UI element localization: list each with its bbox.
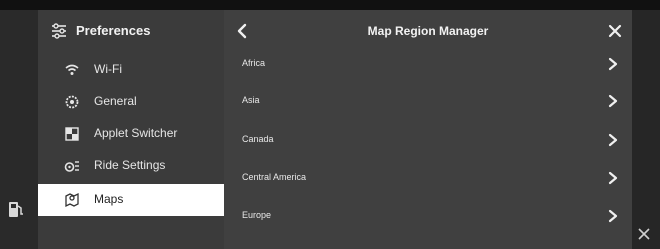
- preferences-icon: [52, 23, 66, 39]
- top-strip: [0, 0, 660, 10]
- region-label: Central America: [242, 172, 307, 182]
- region-row-europe[interactable]: Europe: [224, 198, 632, 235]
- sidebar-item-label: Wi-Fi: [94, 62, 122, 76]
- applet-switcher-icon: [65, 127, 79, 141]
- close-button[interactable]: [608, 24, 622, 38]
- sidebar-item-maps[interactable]: Maps: [38, 184, 224, 216]
- sidebar-item-label: Ride Settings: [94, 158, 166, 172]
- chevron-right-icon: [608, 133, 618, 147]
- preferences-panel: Preferences Wi-Fi General Applet Switche…: [38, 10, 632, 249]
- sidebar-item-ride-settings[interactable]: Ride Settings: [38, 150, 224, 182]
- sidebar-item-label: Maps: [94, 192, 124, 206]
- sidebar-item-label: General: [94, 94, 137, 108]
- sidebar-header: Preferences: [38, 10, 224, 54]
- sidebar-item-applet-switcher[interactable]: Applet Switcher: [38, 118, 224, 150]
- region-label: Canada: [242, 134, 274, 144]
- right-strip: [632, 10, 660, 249]
- map-icon: [65, 192, 79, 208]
- sidebar: Preferences Wi-Fi General Applet Switche…: [38, 10, 224, 249]
- region-label: Asia: [242, 95, 260, 105]
- wifi-icon: [65, 64, 79, 75]
- ride-settings-icon: [64, 161, 79, 172]
- region-row-africa[interactable]: Africa: [224, 46, 632, 83]
- region-label: Africa: [242, 58, 266, 68]
- fuel-icon: [9, 202, 23, 217]
- sidebar-item-label: Applet Switcher: [94, 126, 178, 140]
- chevron-right-icon: [608, 57, 618, 71]
- chevron-right-icon: [608, 171, 618, 185]
- sidebar-item-wifi[interactable]: Wi-Fi: [38, 54, 224, 86]
- chevron-right-icon: [608, 94, 618, 108]
- corner-close-icon[interactable]: [636, 226, 652, 242]
- sidebar-item-general[interactable]: General: [38, 86, 224, 118]
- region-row-asia[interactable]: Asia: [224, 83, 632, 120]
- gear-icon: [65, 95, 79, 109]
- region-row-central-america[interactable]: Central America: [224, 160, 632, 197]
- sidebar-title: Preferences: [76, 23, 151, 38]
- region-label: Europe: [242, 210, 272, 220]
- chevron-right-icon: [608, 209, 618, 223]
- page-title: Map Region Manager: [367, 24, 489, 38]
- region-row-canada[interactable]: Canada: [224, 122, 632, 159]
- map-region-manager: Map Region Manager Africa Asia Canada Ce: [224, 10, 632, 249]
